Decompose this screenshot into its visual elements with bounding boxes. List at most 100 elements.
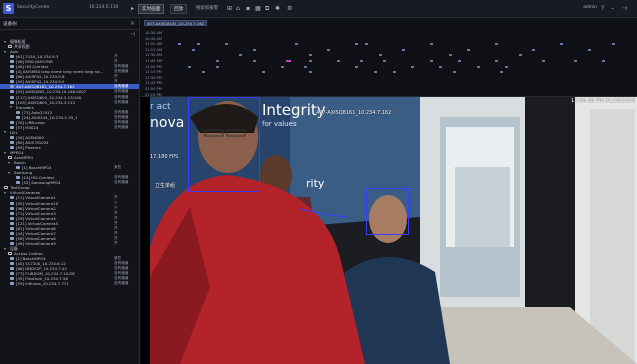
timeline-event-mark[interactable] [518,54,522,57]
timeline-event-mark[interactable] [429,60,433,62]
timeline-event-mark[interactable] [378,54,382,57]
pin-top-icon[interactable]: ⊣ [622,5,627,13]
timeline-event-mark[interactable] [504,65,508,68]
timeline-event-mark[interactable] [574,60,578,62]
expand-icon[interactable] [4,192,6,194]
timeline-event-mark[interactable] [196,43,200,46]
minimize-icon[interactable]: – [611,5,614,13]
folder-icon [4,186,8,190]
timeline-event-mark[interactable] [285,60,291,62]
timeline-event-mark[interactable] [467,48,471,51]
close-icon[interactable]: × [130,20,135,27]
timeline-track[interactable] [169,60,635,62]
timeline-event-mark[interactable] [541,60,545,62]
pin-icon[interactable]: ⊣ [130,31,135,38]
timeline-event-mark[interactable] [304,65,308,68]
timeline-track[interactable] [169,43,635,46]
timeline-event-mark[interactable] [392,71,396,74]
timeline-event-mark[interactable] [224,43,228,46]
timeline-event-mark[interactable] [411,65,415,68]
timeline-event-mark[interactable] [383,60,387,62]
timeline-event-mark[interactable] [355,43,359,46]
timeline-event-mark[interactable] [215,65,219,68]
timeline-event-mark[interactable] [429,43,433,46]
app-logo: S [3,3,14,14]
timeline-event-mark[interactable] [532,48,536,51]
timeline-event-mark[interactable] [308,54,312,57]
expand-icon[interactable] [4,40,6,43]
grid-icon[interactable]: ▦ [255,5,261,13]
gear-icon[interactable]: ⚙ [287,5,292,13]
camera-icon [10,272,14,276]
expand-icon[interactable] [8,171,10,174]
tree-item[interactable]: [29] Infinova_10.234.7.771 没有通道 [0,281,139,286]
expand-icon[interactable] [8,161,10,164]
tab-playback[interactable]: 回放 [170,4,188,14]
tab-live[interactable]: 实时画面 [138,4,165,14]
timeline-event-mark[interactable] [252,48,256,51]
timeline-event-mark[interactable] [360,60,364,62]
timeline-event-mark[interactable] [457,60,461,62]
expand-icon[interactable] [4,131,6,134]
timeline-event-mark[interactable] [178,43,182,46]
timeline-event-mark[interactable] [374,71,378,74]
timeline-event-mark[interactable] [280,65,284,68]
timeline-event-mark[interactable] [476,65,480,68]
timeline-event-mark[interactable] [495,43,499,46]
timeline-event-mark[interactable] [495,60,499,62]
timeline-event-mark[interactable] [308,60,312,62]
timeline-event-mark[interactable] [327,48,331,51]
settings-icon[interactable]: ✱ [275,5,280,13]
timeline-track[interactable] [169,71,635,74]
timeline-track[interactable] [169,48,635,51]
timeline-track[interactable] [169,88,635,90]
help-icon[interactable]: ? [601,5,604,13]
server-label[interactable]: SecurityCenter [17,5,50,10]
expand-icon[interactable] [4,247,6,250]
timeline-event-mark[interactable] [238,54,242,57]
timeline-event-mark[interactable] [402,48,405,51]
video-pane[interactable]: r act nova Integrity for values rity 407… [141,97,637,364]
expand-icon[interactable] [10,106,12,109]
folder-icon [8,251,12,255]
timeline-event-mark[interactable] [448,54,452,57]
timeline-event-mark[interactable] [192,48,196,51]
timeline-event-mark[interactable] [187,65,191,68]
bookmark-icon[interactable]: ▪ [246,5,250,13]
expand-icon[interactable] [4,50,6,53]
timeline-track[interactable] [169,54,635,57]
timeline-event-mark[interactable] [262,71,266,74]
timeline-event-mark[interactable] [215,60,219,62]
timeline-track[interactable] [169,65,635,68]
pin-icon[interactable]: ▸ [131,5,134,13]
timeline-event-mark[interactable] [499,71,503,74]
timeline-track[interactable] [169,94,635,96]
timeline-camera-tab[interactable]: 407-AXISQ8161_10.234.7.162 [144,20,208,26]
timeline-track[interactable] [169,38,635,40]
timeline-event-mark[interactable] [336,60,340,62]
search-alarm-label[interactable]: 搜索和报警 [196,5,218,11]
layout-icon[interactable]: ⊞ [227,5,232,13]
timeline-track[interactable] [169,82,635,84]
timeline-event-mark[interactable] [611,43,615,46]
timeline-event-mark[interactable] [560,43,564,46]
home-icon[interactable]: ⌂ [236,5,240,13]
timeline-event-mark[interactable] [252,60,256,62]
timeline-event-mark[interactable] [355,65,359,68]
banner-text: r act [150,102,171,112]
timeline-event-mark[interactable] [439,65,443,68]
timeline-event-mark[interactable] [294,43,298,46]
timeline-event-mark[interactable] [308,71,312,74]
expand-icon[interactable] [4,151,6,154]
camera-icon [10,135,14,139]
timeline-event-mark[interactable] [588,48,592,51]
timeline-event-mark[interactable] [602,60,606,62]
ip-label[interactable]: 10.234.0.110 [89,5,118,10]
copy-icon[interactable]: ⧉ [265,5,269,13]
timeline-event-mark[interactable] [364,43,368,46]
timeline-event-mark[interactable] [201,71,205,74]
timeline-event-mark[interactable] [453,71,457,74]
user-label[interactable]: admin [583,5,597,10]
timeline-track[interactable] [169,32,635,34]
timeline-track[interactable] [169,77,635,79]
